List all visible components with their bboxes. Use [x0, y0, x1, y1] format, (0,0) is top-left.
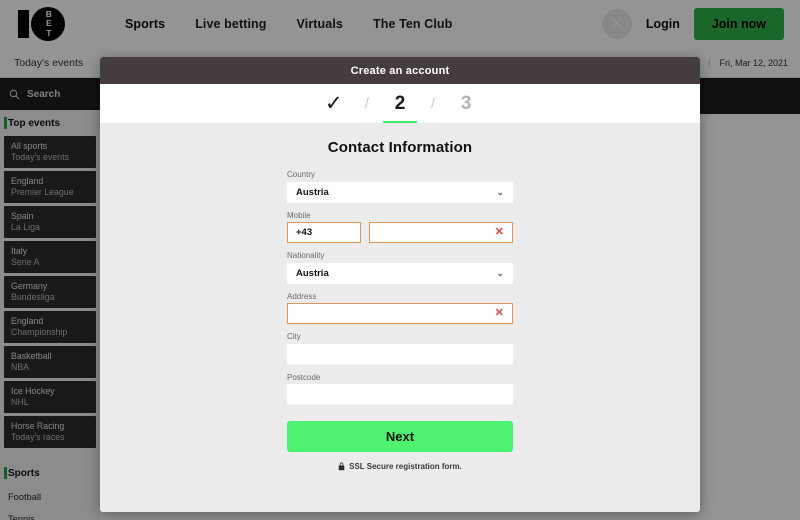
app-root: BET Sports Live betting Virtuals The Ten… [0, 0, 800, 520]
next-button[interactable]: Next [287, 421, 513, 452]
mobile-label: Mobile [287, 211, 513, 220]
chevron-down-icon: ⌄ [496, 269, 504, 278]
step-3-upcoming[interactable]: 3 [437, 84, 495, 123]
postcode-field-group: Postcode [287, 373, 513, 406]
step-2-current[interactable]: 2 [371, 84, 429, 123]
page-title: Contact Information [100, 139, 700, 156]
lock-icon [338, 462, 345, 471]
chevron-down-icon: ⌄ [496, 188, 504, 197]
mobile-field-group: Mobile +43 ✕ [287, 211, 513, 244]
step-separator: / [363, 95, 371, 112]
create-account-modal: Create an account ✓ / 2 / 3 Contact Info… [100, 57, 700, 512]
modal-title: Create an account [351, 65, 450, 77]
mobile-prefix-value: +43 [296, 227, 312, 238]
step-3-number: 3 [461, 93, 472, 115]
nationality-select[interactable]: Austria ⌄ [287, 263, 513, 284]
city-input[interactable] [287, 344, 513, 365]
address-input[interactable]: ✕ [287, 303, 513, 324]
ssl-text: SSL Secure registration form. [349, 462, 462, 471]
nationality-field-group: Nationality Austria ⌄ [287, 251, 513, 284]
step-1-completed[interactable]: ✓ [305, 84, 363, 123]
address-field-group: Address ✕ [287, 292, 513, 325]
postcode-input[interactable] [287, 384, 513, 405]
address-label: Address [287, 292, 513, 301]
ssl-notice: SSL Secure registration form. [100, 462, 700, 471]
mobile-prefix-input[interactable]: +43 [287, 222, 361, 243]
country-value: Austria [296, 187, 329, 198]
mobile-row: +43 ✕ [287, 222, 513, 243]
mobile-number-input[interactable]: ✕ [369, 222, 513, 243]
city-field-group: City [287, 332, 513, 365]
contact-information-form: Country Austria ⌄ Mobile +43 ✕ [287, 170, 513, 405]
country-label: Country [287, 170, 513, 179]
postcode-label: Postcode [287, 373, 513, 382]
modal-header: Create an account [100, 57, 700, 84]
step-separator: / [429, 95, 437, 112]
step-2-number: 2 [395, 93, 406, 115]
country-select[interactable]: Austria ⌄ [287, 182, 513, 203]
modal-body: Contact Information Country Austria ⌄ Mo… [100, 123, 700, 471]
step-indicator: ✓ / 2 / 3 [100, 84, 700, 123]
check-icon: ✓ [325, 93, 343, 114]
error-x-icon: ✕ [495, 227, 504, 238]
country-field-group: Country Austria ⌄ [287, 170, 513, 203]
city-label: City [287, 332, 513, 341]
nationality-value: Austria [296, 268, 329, 279]
error-x-icon: ✕ [495, 308, 504, 319]
nationality-label: Nationality [287, 251, 513, 260]
